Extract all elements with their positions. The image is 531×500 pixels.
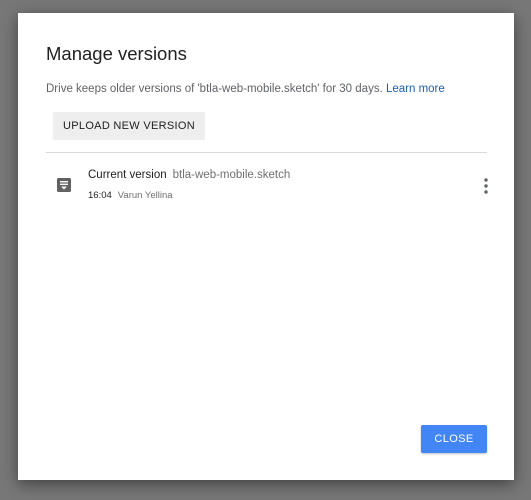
version-file-name: btla-web-mobile.sketch [172, 169, 291, 181]
version-title: Current version btla-web-mobile.sketch [88, 169, 290, 181]
version-time: 16:04 [88, 190, 112, 201]
version-meta: 16:04 Varun Yellina [88, 190, 173, 201]
dialog-description: Drive keeps older versions of 'btla-web-… [46, 83, 445, 95]
more-options-icon[interactable] [478, 177, 494, 195]
upload-new-version-button[interactable]: UPLOAD NEW VERSION [53, 112, 205, 140]
version-author: Varun Yellina [117, 190, 173, 201]
divider [46, 152, 487, 153]
description-text: Drive keeps older versions of 'btla-web-… [46, 83, 383, 95]
version-label: Current version [88, 169, 167, 181]
learn-more-link[interactable]: Learn more [386, 83, 445, 95]
version-list-item: Current version btla-web-mobile.sketch 16… [46, 163, 488, 207]
close-button[interactable]: CLOSE [421, 425, 487, 453]
dialog-title: Manage versions [46, 43, 187, 64]
document-icon [56, 177, 72, 193]
manage-versions-dialog: Manage versions Drive keeps older versio… [18, 13, 514, 480]
